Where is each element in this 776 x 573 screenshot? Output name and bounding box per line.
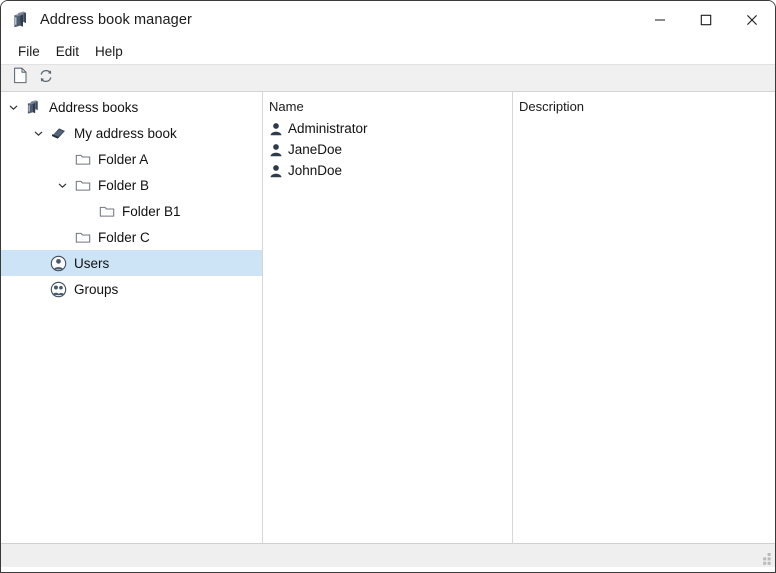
list-item[interactable]: Administrator [263, 118, 512, 139]
maximize-button[interactable] [683, 1, 729, 38]
new-document-button[interactable] [7, 66, 33, 90]
tree-item-address-books[interactable]: Address books [1, 94, 262, 120]
user-icon [269, 142, 283, 158]
menu-item-help[interactable]: Help [87, 41, 131, 62]
user-icon [269, 121, 283, 137]
tree-item-users[interactable]: Users [1, 250, 262, 276]
resize-grip[interactable] [759, 552, 772, 565]
folder-icon [74, 151, 91, 168]
menu-item-edit[interactable]: Edit [48, 41, 87, 62]
list-item[interactable]: JaneDoe [263, 139, 512, 160]
description-pane[interactable]: Description [513, 92, 775, 543]
user-circle-icon [50, 255, 67, 272]
list-item-name: Administrator [288, 121, 368, 136]
column-header-name[interactable]: Name [263, 94, 512, 118]
refresh-button[interactable] [33, 66, 59, 90]
folder-icon [98, 203, 115, 220]
folder-icon [74, 229, 91, 246]
menu-item-file[interactable]: File [10, 41, 48, 62]
chevron-down-icon[interactable] [50, 172, 74, 198]
window-controls [637, 1, 775, 38]
user-icon [269, 163, 283, 179]
status-bar [1, 543, 775, 567]
column-header-description[interactable]: Description [513, 94, 775, 118]
tree-item-folder-a[interactable]: Folder A [1, 146, 262, 172]
folder-icon [74, 177, 91, 194]
menu-bar: File Edit Help [1, 38, 775, 64]
minimize-button[interactable] [637, 1, 683, 38]
tree-item-label: Address books [49, 99, 139, 115]
address-books-stack-icon [11, 10, 31, 30]
group-circle-icon [50, 281, 67, 298]
tree-item-groups[interactable]: Groups [1, 276, 262, 302]
content-panes: Address books My address book Folder A F… [1, 92, 775, 543]
tree-item-folder-b[interactable]: Folder B [1, 172, 262, 198]
tree-item-label: My address book [74, 125, 177, 141]
tree-item-label: Folder A [98, 151, 149, 167]
tree-item-folder-c[interactable]: Folder C [1, 224, 262, 250]
refresh-icon [38, 68, 54, 89]
tree-item-label: Users [74, 255, 110, 271]
close-button[interactable] [729, 1, 775, 38]
list-item-name: JohnDoe [288, 163, 343, 178]
chevron-down-icon[interactable] [1, 94, 25, 120]
tree-item-folder-b1[interactable]: Folder B1 [1, 198, 262, 224]
book-icon [50, 125, 67, 142]
tree-item-label: Folder C [98, 229, 150, 245]
page-icon [13, 67, 28, 89]
name-list-pane[interactable]: Name Administrator JaneDoe JohnDoe [263, 92, 513, 543]
list-item[interactable]: JohnDoe [263, 160, 512, 181]
chevron-down-icon[interactable] [26, 120, 50, 146]
window-title: Address book manager [40, 11, 192, 28]
books-stack-icon [25, 99, 42, 116]
title-bar: Address book manager [1, 1, 775, 38]
tree-item-label: Groups [74, 281, 119, 297]
toolbar [1, 64, 775, 92]
tree-pane[interactable]: Address books My address book Folder A F… [1, 92, 263, 543]
list-item-name: JaneDoe [288, 142, 343, 157]
tree-item-label: Folder B1 [122, 203, 181, 219]
tree-item-label: Folder B [98, 177, 150, 193]
application-window: Address book manager File Edit Help Addr… [0, 0, 776, 573]
tree-item-my-address-book[interactable]: My address book [1, 120, 262, 146]
